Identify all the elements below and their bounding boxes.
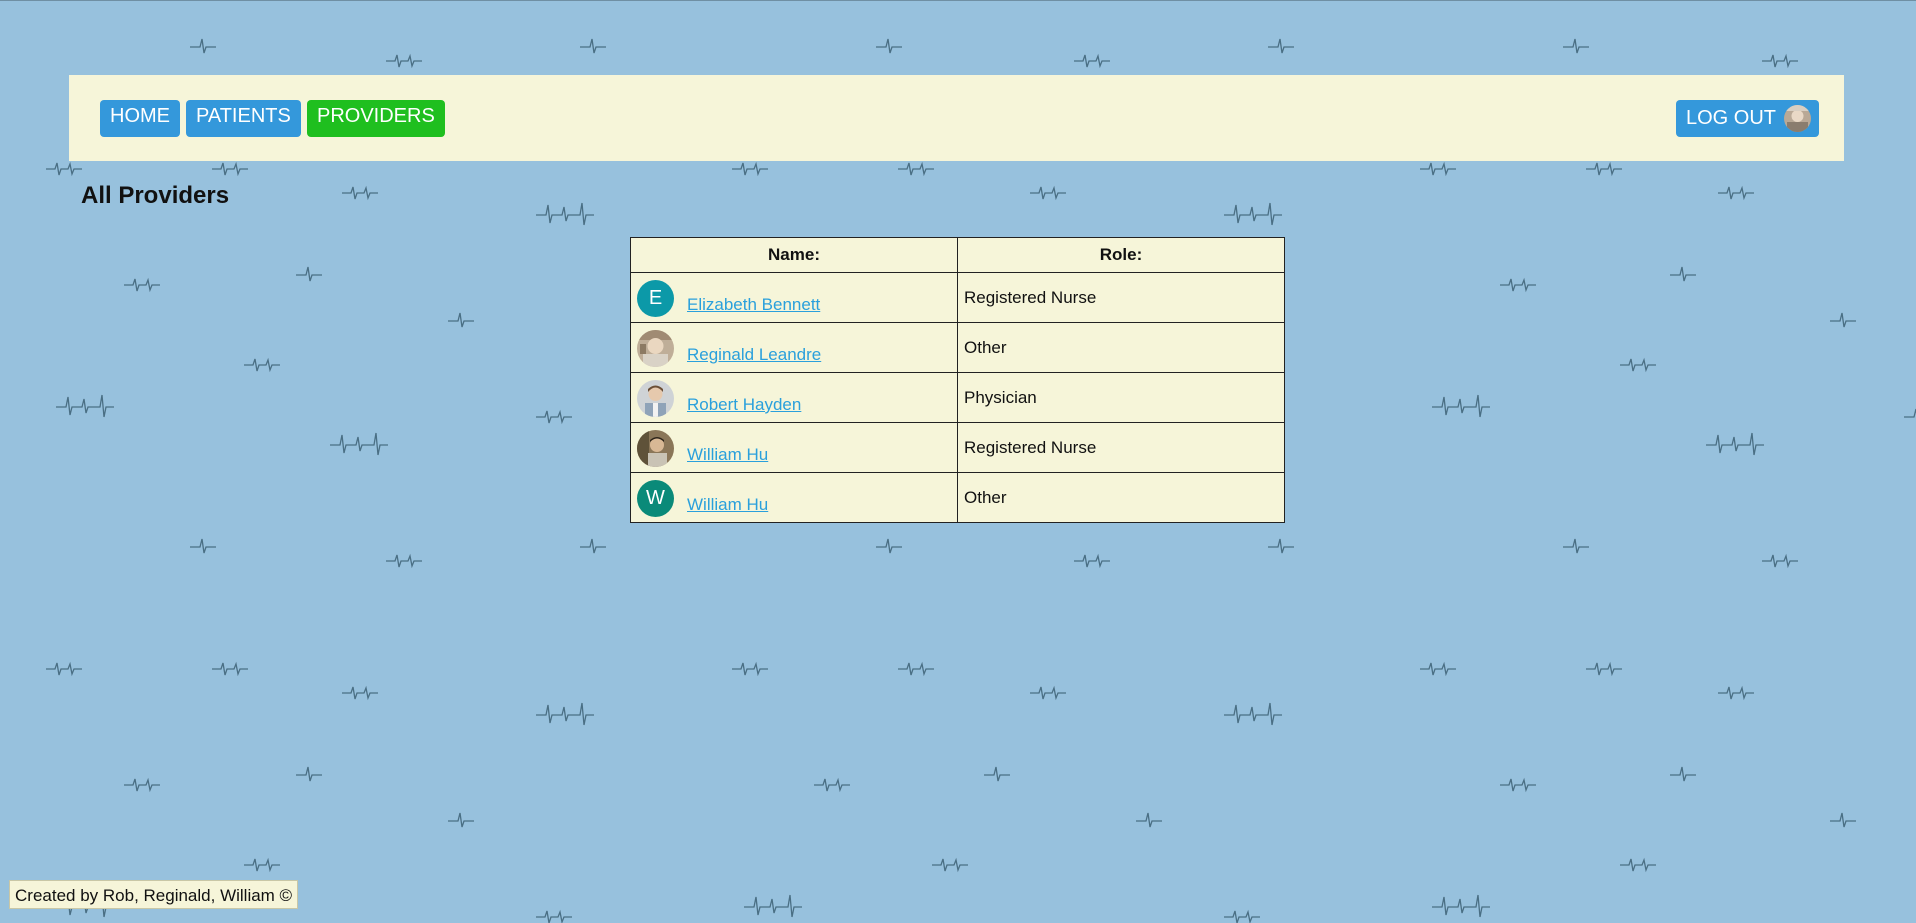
provider-avatar: E	[637, 280, 674, 317]
provider-link[interactable]: Robert Hayden	[687, 395, 801, 415]
footer-credits: Created by Rob, Reginald, William ©	[9, 880, 299, 909]
user-avatar	[1784, 105, 1811, 132]
provider-role-cell: Registered Nurse	[957, 422, 1285, 473]
provider-link[interactable]: William Hu	[687, 495, 768, 515]
provider-avatar	[637, 330, 674, 367]
table-row: Robert Hayden Physician	[630, 372, 1285, 423]
provider-link[interactable]: William Hu	[687, 445, 768, 465]
provider-role-cell: Registered Nurse	[957, 272, 1285, 323]
table-row: William Hu Registered Nurse	[630, 422, 1285, 473]
provider-name-cell: Reginald Leandre	[630, 322, 958, 373]
provider-role-cell: Physician	[957, 372, 1285, 423]
logout-button[interactable]: LOG OUT	[1676, 100, 1819, 137]
provider-avatar	[637, 430, 674, 467]
provider-avatar: W	[637, 480, 674, 517]
table-header-row: Name: Role:	[630, 237, 1285, 273]
provider-name-cell: E Elizabeth Bennett	[630, 272, 958, 323]
table-row: W William Hu Other	[630, 472, 1285, 523]
provider-link[interactable]: Elizabeth Bennett	[687, 295, 820, 315]
table-row: E Elizabeth Bennett Registered Nurse	[630, 272, 1285, 323]
column-header-role: Role:	[957, 237, 1285, 273]
provider-name-cell: W William Hu	[630, 472, 958, 523]
providers-table: Name: Role: E Elizabeth Bennett Register…	[630, 237, 1285, 523]
provider-name-cell: Robert Hayden	[630, 372, 958, 423]
top-navbar: HOME PATIENTS PROVIDERS LOG OUT	[69, 75, 1844, 161]
nav-patients-button[interactable]: PATIENTS	[186, 100, 301, 137]
provider-link[interactable]: Reginald Leandre	[687, 345, 821, 365]
provider-avatar	[637, 380, 674, 417]
column-header-name: Name:	[630, 237, 958, 273]
logout-label: LOG OUT	[1686, 107, 1777, 130]
provider-name-cell: William Hu	[630, 422, 958, 473]
page-title: All Providers	[81, 182, 230, 209]
provider-role-cell: Other	[957, 472, 1285, 523]
nav-providers-button[interactable]: PROVIDERS	[307, 100, 445, 137]
provider-role-cell: Other	[957, 322, 1285, 373]
table-row: Reginald Leandre Other	[630, 322, 1285, 373]
nav-home-button[interactable]: HOME	[100, 100, 180, 137]
